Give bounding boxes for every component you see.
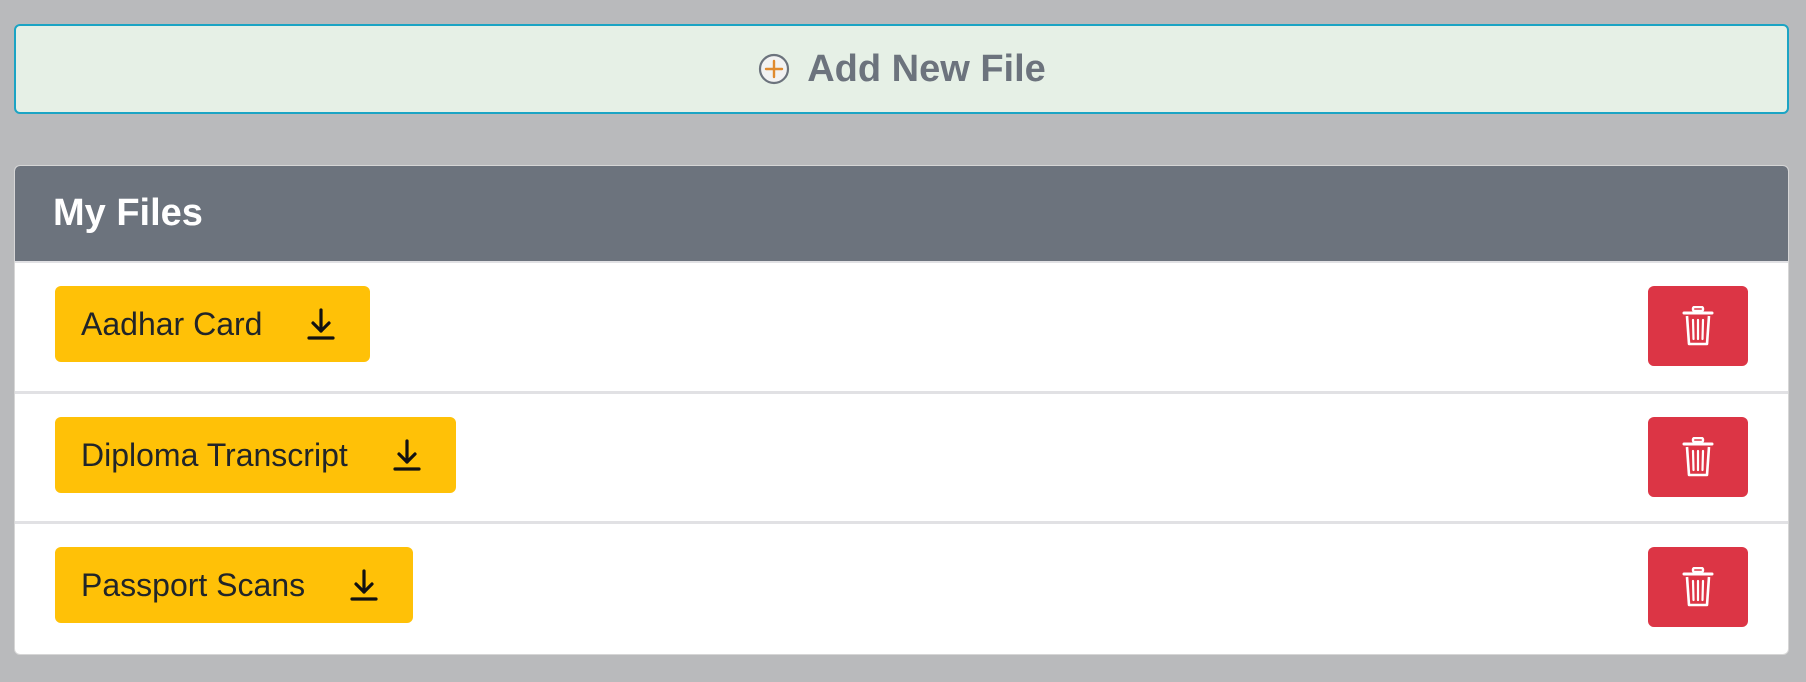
download-icon [393,439,421,471]
trash-icon [1682,306,1714,346]
file-name: Aadhar Card [81,305,263,342]
delete-file-button[interactable] [1648,417,1748,497]
my-files-panel: My Files Aadhar Card Diploma Transcript … [14,165,1789,655]
trash-icon [1682,437,1714,477]
delete-file-button[interactable] [1648,286,1748,366]
file-row: Aadhar Card [15,261,1788,391]
download-icon [350,569,378,601]
my-files-header: My Files [15,166,1788,261]
add-new-file-label: Add New File [807,47,1046,90]
file-name: Diploma Transcript [81,436,348,473]
download-file-button[interactable]: Diploma Transcript [55,417,456,493]
download-icon [307,308,336,340]
page: Add New File My Files Aadhar Card Diplom… [0,0,1806,682]
file-name: Passport Scans [81,566,306,603]
add-new-file-button[interactable]: Add New File [14,24,1789,114]
file-list: Aadhar Card Diploma Transcript Passport … [15,261,1788,651]
plus-circle-icon [759,53,790,85]
my-files-title: My Files [53,192,203,234]
delete-file-button[interactable] [1648,547,1748,627]
download-file-button[interactable]: Aadhar Card [55,286,371,362]
download-file-button[interactable]: Passport Scans [55,547,414,623]
file-row: Diploma Transcript [15,391,1788,521]
trash-icon [1682,567,1714,607]
file-row: Passport Scans [15,521,1788,651]
